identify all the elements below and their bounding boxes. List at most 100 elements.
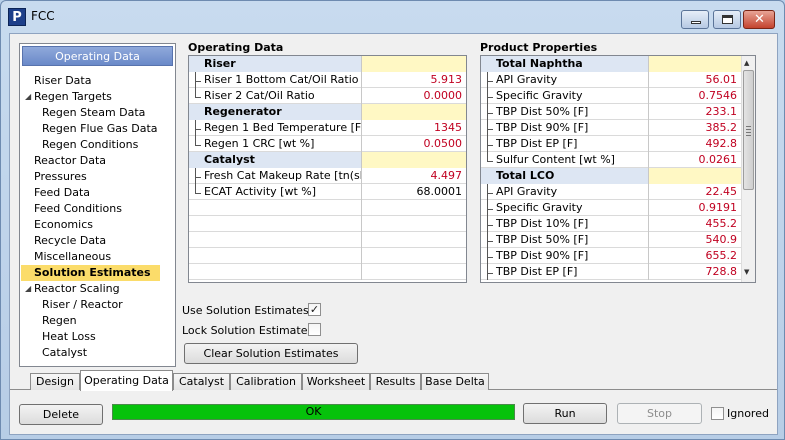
grid-row[interactable]: TBP Dist EP [F] 728.8 bbox=[481, 264, 741, 280]
ignored-checkbox[interactable] bbox=[711, 407, 724, 420]
grid-cell-value[interactable]: 1345 bbox=[362, 120, 466, 136]
grid-row[interactable]: Specific Gravity 0.9191 bbox=[481, 200, 741, 216]
maximize-button[interactable] bbox=[713, 10, 741, 29]
nav-item[interactable]: Regen Steam Data bbox=[21, 105, 173, 121]
nav-item[interactable]: Regen Flue Gas Data bbox=[21, 121, 173, 137]
grid-cell-name: Sulfur Content [wt %] bbox=[481, 152, 649, 168]
nav-item[interactable]: Riser Data bbox=[21, 73, 173, 89]
grid-row[interactable]: Specific Gravity 0.7546 bbox=[481, 88, 741, 104]
grid-cell-value[interactable] bbox=[362, 104, 466, 120]
grid-cell-name: Regen 1 Bed Temperature [F] bbox=[189, 120, 362, 136]
grid-group-row[interactable]: –Total LCO bbox=[481, 168, 741, 184]
operating-data-grid[interactable]: –RiserRiser 1 Bottom Cat/Oil Ratio5.913R… bbox=[188, 55, 467, 283]
grid-cell-value[interactable] bbox=[649, 56, 741, 72]
grid-row[interactable]: Fresh Cat Makeup Rate [tn(sho 4.497 bbox=[189, 168, 466, 184]
grid-row[interactable]: TBP Dist 50% [F] 540.9 bbox=[481, 232, 741, 248]
grid-cell-value[interactable]: 233.1 bbox=[649, 104, 741, 120]
grid-row[interactable]: API Gravity 22.45 bbox=[481, 184, 741, 200]
grid-cell-value[interactable]: 0.7546 bbox=[649, 88, 741, 104]
grid-cell-value[interactable]: 540.9 bbox=[649, 232, 741, 248]
grid-cell-value[interactable]: 56.01 bbox=[649, 72, 741, 88]
nav-item[interactable]: Pressures bbox=[21, 169, 173, 185]
grid-cell-value[interactable]: 655.2 bbox=[649, 248, 741, 264]
app-icon[interactable]: P bbox=[8, 8, 26, 26]
grid-cell-value[interactable]: 385.2 bbox=[649, 120, 741, 136]
nav-item[interactable]: Regen Conditions bbox=[21, 137, 173, 153]
grid-group-row[interactable]: –Riser bbox=[189, 56, 466, 72]
tab-worksheet[interactable]: Worksheet bbox=[302, 373, 370, 390]
grid-cell-value[interactable]: 0.9191 bbox=[649, 200, 741, 216]
tab-base-delta[interactable]: Base Delta bbox=[421, 373, 489, 390]
scroll-down-icon[interactable]: ▼ bbox=[744, 268, 749, 276]
tab-catalyst[interactable]: Catalyst bbox=[173, 373, 230, 390]
nav-item[interactable]: Miscellaneous bbox=[21, 249, 173, 265]
grid-cell-value[interactable]: 492.8 bbox=[649, 136, 741, 152]
close-button[interactable]: ✕ bbox=[743, 10, 775, 29]
grid-group-row[interactable]: –Total Naphtha bbox=[481, 56, 741, 72]
tab-design[interactable]: Design bbox=[30, 373, 80, 390]
nav-item[interactable]: Recycle Data bbox=[21, 233, 173, 249]
grid-row[interactable]: TBP Dist 50% [F] 233.1 bbox=[481, 104, 741, 120]
delete-button[interactable]: Delete bbox=[19, 404, 103, 425]
nav-item[interactable]: Heat Loss bbox=[21, 329, 173, 345]
grid-row[interactable]: Riser 2 Cat/Oil Ratio 0.0000 bbox=[189, 88, 466, 104]
nav-item-label: Reactor Data bbox=[34, 154, 107, 167]
grid-cell-value[interactable]: 5.913 bbox=[362, 72, 466, 88]
tab-calibration[interactable]: Calibration bbox=[230, 373, 302, 390]
grid-cell-value[interactable]: 0.0000 bbox=[362, 88, 466, 104]
grid-group-row[interactable]: –Regenerator bbox=[189, 104, 466, 120]
grid-cell-name: ECAT Activity [wt %] bbox=[189, 184, 362, 200]
nav-item[interactable]: Regen bbox=[21, 313, 173, 329]
tab-operating-data[interactable]: Operating Data bbox=[80, 370, 173, 391]
nav-item[interactable]: Feed Conditions bbox=[21, 201, 173, 217]
grid-cell-value[interactable]: 0.0500 bbox=[362, 136, 466, 152]
run-button[interactable]: Run bbox=[523, 403, 607, 424]
grid-cell-value[interactable]: 0.0261 bbox=[649, 152, 741, 168]
grid-row[interactable]: Riser 1 Bottom Cat/Oil Ratio 5.913 bbox=[189, 72, 466, 88]
tab-results[interactable]: Results bbox=[370, 373, 421, 390]
grid-cell-value[interactable] bbox=[649, 168, 741, 184]
grid-group-row[interactable]: –Catalyst bbox=[189, 152, 466, 168]
expander-triangle-icon[interactable]: ◢ bbox=[25, 89, 31, 105]
scroll-up-icon[interactable]: ▲ bbox=[744, 59, 749, 67]
grid-cell-label: TBP Dist 90% [F] bbox=[496, 249, 589, 262]
lock-solution-estimates-checkbox[interactable] bbox=[308, 323, 321, 336]
title-bar[interactable]: P FCC ✕ bbox=[1, 1, 784, 31]
clear-solution-estimates-button[interactable]: Clear Solution Estimates bbox=[184, 343, 358, 364]
grid-cell-value[interactable]: 22.45 bbox=[649, 184, 741, 200]
nav-item[interactable]: Feed Data bbox=[21, 185, 173, 201]
nav-item[interactable]: Riser / Reactor bbox=[21, 297, 173, 313]
grid-cell-value[interactable]: 68.0001 bbox=[362, 184, 466, 200]
product-properties-grid[interactable]: –Total NaphthaAPI Gravity56.01Specific G… bbox=[480, 55, 756, 283]
grid-row[interactable]: TBP Dist 90% [F] 655.2 bbox=[481, 248, 741, 264]
grid-empty-row bbox=[189, 264, 466, 280]
nav-item[interactable]: Economics bbox=[21, 217, 173, 233]
minimize-button[interactable] bbox=[681, 10, 709, 29]
nav-item[interactable]: ◢ Regen Targets bbox=[21, 89, 173, 105]
grid-cell-value[interactable]: 455.2 bbox=[649, 216, 741, 232]
nav-item[interactable]: Reactor Data bbox=[21, 153, 173, 169]
expander-triangle-icon[interactable]: ◢ bbox=[25, 281, 31, 297]
grid-cell-value[interactable] bbox=[362, 56, 466, 72]
grid-cell-value[interactable]: 728.8 bbox=[649, 264, 741, 280]
stop-button[interactable]: Stop bbox=[617, 403, 702, 424]
window-title: FCC bbox=[31, 9, 55, 23]
grid-row[interactable]: Regen 1 Bed Temperature [F] 1345 bbox=[189, 120, 466, 136]
use-solution-estimates-checkbox[interactable]: ✓ bbox=[308, 303, 321, 316]
grid-row[interactable]: ECAT Activity [wt %] 68.0001 bbox=[189, 184, 466, 200]
grid-row[interactable]: TBP Dist 10% [F] 455.2 bbox=[481, 216, 741, 232]
grid-cell-value[interactable] bbox=[362, 152, 466, 168]
grid-row[interactable]: Regen 1 CRC [wt %] 0.0500 bbox=[189, 136, 466, 152]
nav-item[interactable]: Catalyst bbox=[21, 345, 173, 361]
scroll-thumb[interactable] bbox=[743, 70, 754, 190]
nav-item[interactable]: Solution Estimates bbox=[21, 265, 160, 281]
grid-row[interactable]: Sulfur Content [wt %] 0.0261 bbox=[481, 152, 741, 168]
grid-row[interactable]: TBP Dist EP [F] 492.8 bbox=[481, 136, 741, 152]
grid-row[interactable]: TBP Dist 90% [F] 385.2 bbox=[481, 120, 741, 136]
nav-header[interactable]: Operating Data bbox=[22, 46, 173, 66]
grid-cell-value[interactable]: 4.497 bbox=[362, 168, 466, 184]
nav-item[interactable]: ◢ Reactor Scaling bbox=[21, 281, 173, 297]
grid-row[interactable]: API Gravity 56.01 bbox=[481, 72, 741, 88]
vertical-scrollbar[interactable]: ▲ ▼ bbox=[741, 56, 755, 282]
grid-cell-name: Fresh Cat Makeup Rate [tn(sho bbox=[189, 168, 362, 184]
